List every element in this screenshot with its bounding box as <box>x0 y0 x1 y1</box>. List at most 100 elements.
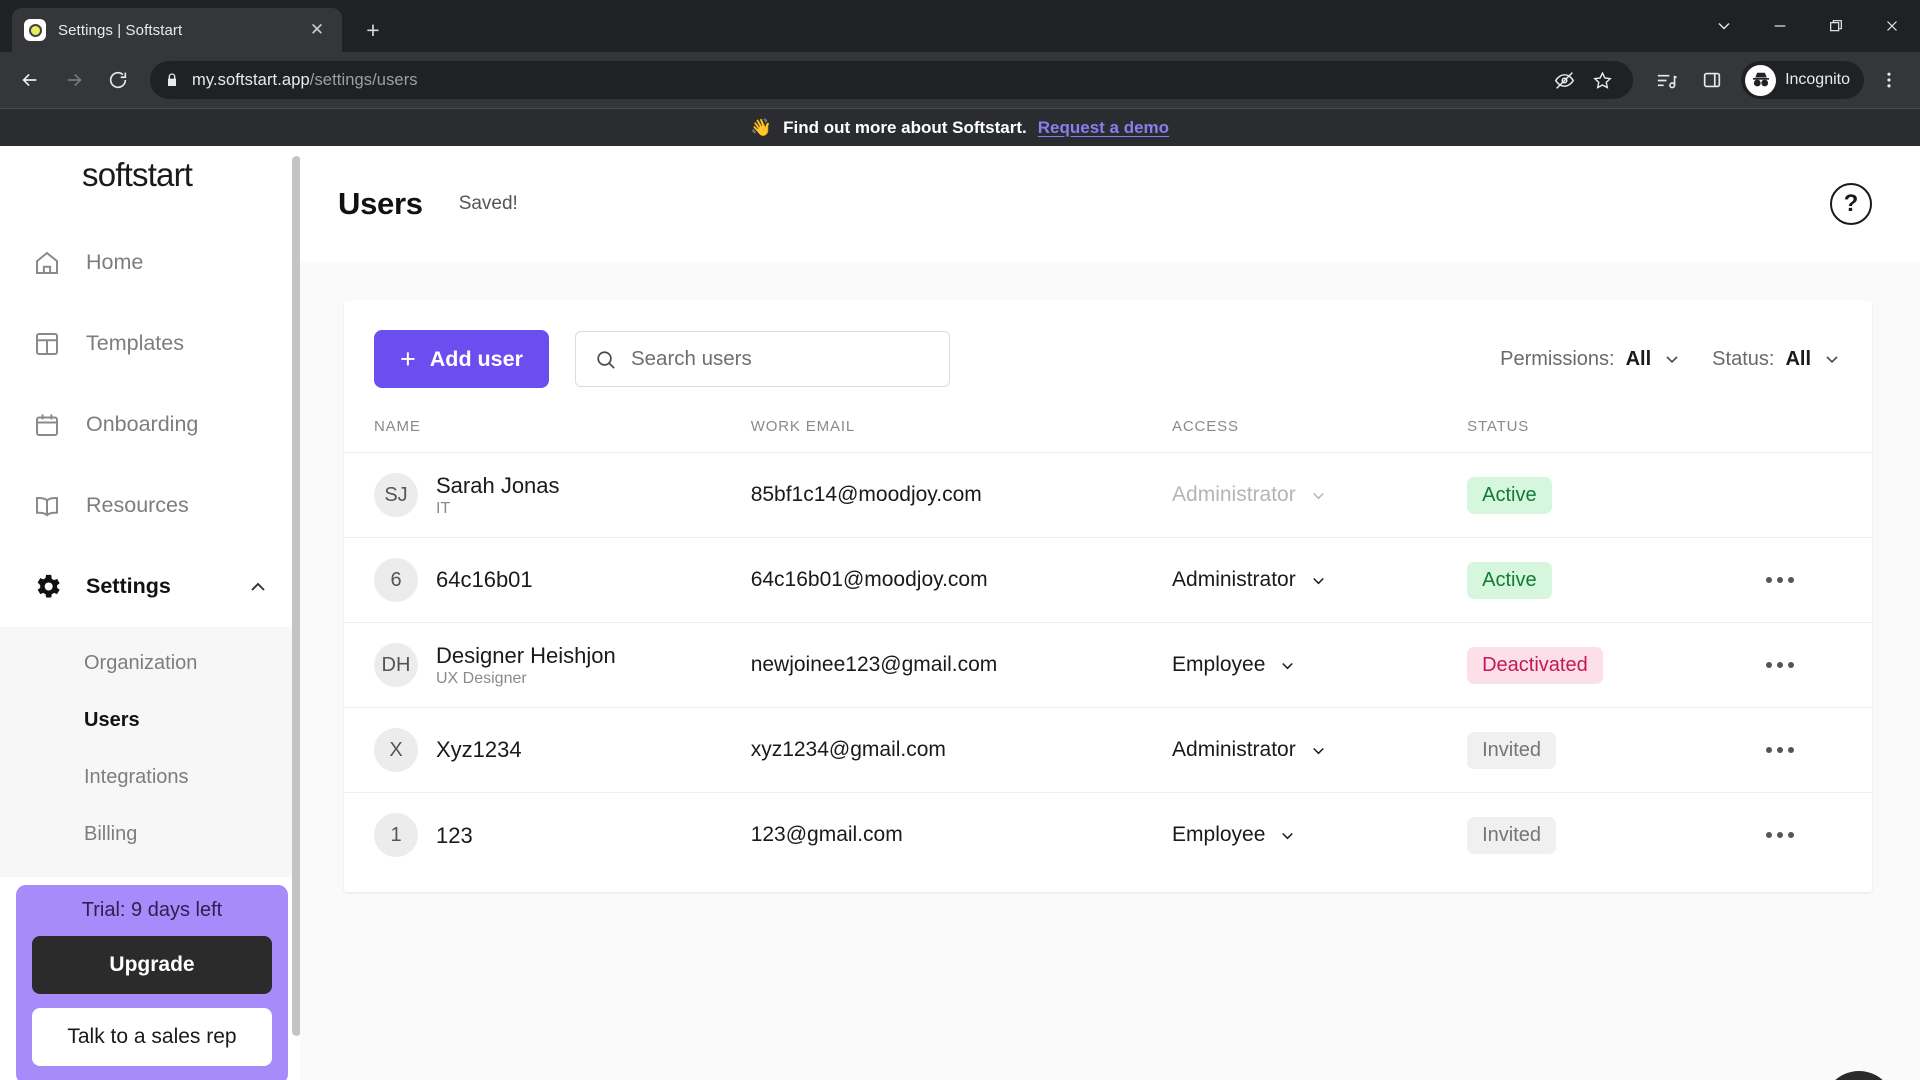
cell-status: Active <box>1467 537 1761 623</box>
sidebar-item-home[interactable]: Home <box>0 222 300 303</box>
users-card: + Add user Search users Permissions: All <box>344 300 1872 892</box>
eye-slash-icon[interactable] <box>1547 63 1581 97</box>
sidebar-scrollbar[interactable] <box>292 156 300 1036</box>
gear-icon <box>30 570 64 604</box>
table-row[interactable]: 6 64c16b01 64c16b01@moodjoy.com Administrat… <box>344 537 1872 623</box>
sidebar-item-templates[interactable]: Templates <box>0 303 300 384</box>
plus-icon: + <box>400 343 416 374</box>
avatar: 6 <box>374 558 418 602</box>
cell-status: Active <box>1467 452 1761 538</box>
brand-logo[interactable]: softstart <box>0 146 300 194</box>
access-dropdown[interactable]: Employee <box>1172 653 1467 677</box>
app-content: softstart Home Templates Onboarding Reso… <box>0 146 1920 1080</box>
sidebar-subitem-label: Users <box>84 709 140 731</box>
back-arrow-icon[interactable] <box>10 60 50 100</box>
close-icon[interactable]: ✕ <box>304 17 330 43</box>
chevron-down-icon <box>1666 356 1678 364</box>
minimize-icon[interactable] <box>1752 0 1808 52</box>
browser-tab[interactable]: Settings | Softstart ✕ <box>12 8 342 52</box>
sidebar-item-billing[interactable]: Billing <box>0 806 300 863</box>
search-icon <box>597 350 615 369</box>
status-badge: Active <box>1467 561 1552 599</box>
window-close-icon[interactable] <box>1864 0 1920 52</box>
tab-search-icon[interactable] <box>1696 0 1752 52</box>
templates-icon <box>30 327 64 361</box>
trial-status-text: Trial: 9 days left <box>81 899 223 921</box>
table-row[interactable]: 1 123 123@gmail.com Employee Invited <box>344 793 1872 878</box>
forward-arrow-icon[interactable] <box>54 60 94 100</box>
row-menu-button[interactable] <box>1760 662 1872 668</box>
chevron-up-icon[interactable] <box>246 575 270 599</box>
permissions-filter[interactable]: Permissions: All <box>1500 348 1682 371</box>
access-dropdown[interactable]: Administrator <box>1172 738 1467 762</box>
access-value: Administrator <box>1172 738 1296 761</box>
sidebar-item-users[interactable]: Users <box>0 692 300 749</box>
access-value: Administrator <box>1172 483 1296 506</box>
tab-title: Settings | Softstart <box>58 21 183 39</box>
user-name: 64c16b01 <box>436 567 533 593</box>
status-badge: Active <box>1467 476 1552 514</box>
address-bar[interactable]: my.softstart.app/settings/users <box>150 61 1634 99</box>
column-header-status: STATUS <box>1467 418 1761 453</box>
user-email: 123@gmail.com <box>750 823 903 847</box>
sidebar-item-resources[interactable]: Resources <box>0 465 300 546</box>
user-email: xyz1234@gmail.com <box>750 738 946 761</box>
settings-subnav: Organization Users Integrations Billing <box>0 627 300 877</box>
add-user-label: Add user <box>429 346 523 371</box>
intercom-launcher-button[interactable] <box>1823 1071 1895 1080</box>
users-table: NAME WORK EMAIL ACCESS STATUS SJ Sarah Jo… <box>344 418 1872 878</box>
sidebar-nav: Home Templates Onboarding Resources Sett… <box>0 222 300 627</box>
side-panel-icon[interactable] <box>1691 59 1733 101</box>
row-menu-button[interactable] <box>1760 577 1872 583</box>
avatar: X <box>374 728 418 772</box>
search-placeholder: Search users <box>630 347 752 370</box>
user-email: 85bf1c14@moodjoy.com <box>750 483 982 506</box>
access-value: Employee <box>1172 653 1266 676</box>
access-dropdown[interactable]: Employee <box>1172 823 1467 847</box>
user-email: 64c16b01@moodjoy.com <box>750 568 988 591</box>
table-row[interactable]: SJ Sarah Jonas IT 85bf1c14@moodjoy.com Admin… <box>344 452 1872 538</box>
status-filter[interactable]: Status: All <box>1712 348 1842 371</box>
status-badge: Deactivated <box>1467 646 1603 684</box>
status-filter-value: All <box>1785 347 1811 370</box>
table-row[interactable]: X Xyz1234 xyz1234@gmail.com Administrator In… <box>344 707 1872 793</box>
sidebar-item-settings[interactable]: Settings <box>0 546 300 627</box>
help-icon[interactable]: ? <box>1830 183 1872 225</box>
upgrade-button[interactable]: Upgrade <box>32 936 272 994</box>
avatar: DH <box>374 643 418 687</box>
sidebar-item-label: Settings <box>86 574 171 598</box>
media-control-icon[interactable] <box>1645 59 1687 101</box>
sidebar: softstart Home Templates Onboarding Reso… <box>0 146 300 1080</box>
profile-chip[interactable]: Incognito <box>1741 61 1864 99</box>
row-menu-button[interactable] <box>1760 832 1872 839</box>
page-header: Users Saved! ? <box>300 146 1920 262</box>
new-tab-button[interactable]: + <box>356 13 390 47</box>
three-dot-menu-icon[interactable] <box>1868 59 1910 101</box>
add-user-button[interactable]: + Add user <box>374 330 549 388</box>
book-icon <box>30 489 64 523</box>
browser-window: Settings | Softstart ✕ + my.softstart.ap… <box>0 0 1920 1080</box>
cell-name: 6 64c16b01 <box>344 537 751 623</box>
sidebar-item-onboarding[interactable]: Onboarding <box>0 384 300 465</box>
user-email: newjoinee123@gmail.com <box>750 653 998 676</box>
access-value: Administrator <box>1172 568 1296 591</box>
cell-actions <box>1760 452 1872 538</box>
chevron-down-icon <box>1312 492 1324 499</box>
user-role: IT <box>436 500 451 518</box>
sidebar-item-label: Templates <box>86 331 184 355</box>
access-value: Employee <box>1172 823 1266 847</box>
star-icon[interactable] <box>1585 63 1619 97</box>
table-row[interactable]: DH Designer Heishjon UX Designer newjoinee1… <box>344 622 1872 708</box>
access-dropdown[interactable]: Administrator <box>1172 568 1467 592</box>
access-dropdown[interactable]: Administrator <box>1172 483 1467 507</box>
request-demo-link[interactable]: Request a demo <box>1038 118 1169 138</box>
saved-indicator: Saved! <box>458 193 518 214</box>
reload-arrow-icon[interactable] <box>98 60 138 100</box>
row-menu-button[interactable] <box>1760 747 1872 753</box>
maximize-icon[interactable] <box>1808 0 1864 52</box>
sidebar-item-integrations[interactable]: Integrations <box>0 749 300 806</box>
sidebar-item-organization[interactable]: Organization <box>0 635 300 692</box>
search-input[interactable]: Search users <box>574 331 950 387</box>
permissions-filter-label: Permissions: <box>1500 347 1615 370</box>
talk-to-sales-button[interactable]: Talk to a sales rep <box>32 1008 272 1066</box>
